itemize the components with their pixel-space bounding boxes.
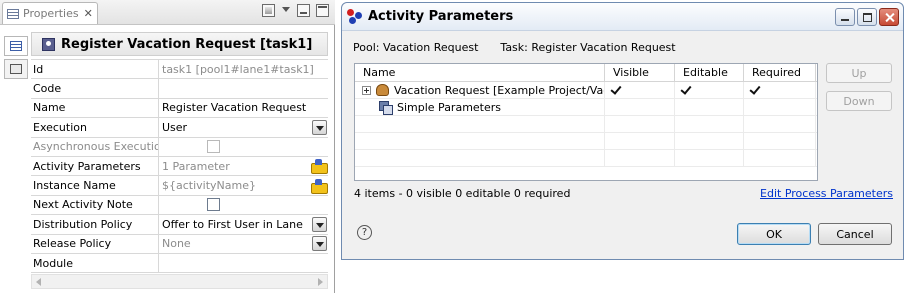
section-tab-general[interactable] bbox=[4, 36, 28, 56]
property-label: Name bbox=[31, 98, 159, 118]
task-icon bbox=[42, 37, 55, 51]
properties-header: Register Vacation Request [task1] bbox=[31, 32, 328, 56]
table-row bbox=[355, 116, 817, 133]
property-grid: Id task1 [pool1#lane1#task1] Code Name R… bbox=[31, 59, 328, 274]
parameter-name: Simple Parameters bbox=[397, 100, 502, 114]
app-icon bbox=[347, 8, 363, 25]
property-row: Module bbox=[31, 253, 328, 274]
distribution-policy-select[interactable]: Offer to First User in Lane bbox=[159, 215, 328, 233]
property-row: Code bbox=[31, 79, 328, 99]
expand-icon[interactable] bbox=[362, 85, 371, 95]
property-row: Execution User bbox=[31, 118, 328, 138]
dropdown-arrow-icon[interactable] bbox=[312, 236, 327, 252]
dropdown-arrow-icon[interactable] bbox=[312, 216, 327, 232]
cancel-button[interactable]: Cancel bbox=[818, 223, 892, 245]
property-row: Instance Name ${activityName} bbox=[31, 176, 328, 196]
property-label: Code bbox=[31, 79, 159, 98]
parameter-group-icon bbox=[379, 101, 393, 115]
minimize-window-button[interactable] bbox=[835, 8, 855, 26]
parameter-name: Vacation Request [Example Project/Vacati… bbox=[394, 83, 604, 97]
property-label: Distribution Policy bbox=[31, 215, 159, 234]
release-policy-select[interactable]: None bbox=[159, 235, 328, 253]
property-row: Distribution Policy Offer to First User … bbox=[31, 215, 328, 235]
column-header-name[interactable]: Name bbox=[355, 64, 605, 81]
table-row bbox=[355, 150, 817, 167]
status-summary: 4 items - 0 visible 0 editable 0 require… bbox=[354, 187, 571, 200]
properties-header-title: Register Vacation Request [task1] bbox=[61, 36, 313, 52]
scroll-right-icon[interactable] bbox=[318, 278, 323, 286]
scroll-left-icon[interactable] bbox=[36, 278, 41, 286]
pin-icon[interactable] bbox=[262, 4, 275, 17]
property-label: Asynchronous Execution bbox=[31, 137, 159, 156]
property-section-tabs bbox=[4, 36, 28, 82]
instance-name-value: ${activityName} bbox=[162, 179, 256, 193]
pool-label: Pool: Vacation Request bbox=[353, 41, 479, 54]
minimize-icon[interactable] bbox=[297, 4, 310, 17]
parameter-icon[interactable] bbox=[311, 178, 328, 194]
activity-parameters-dialog: Activity Parameters Pool: Vacation Reque… bbox=[341, 2, 904, 260]
business-object-icon bbox=[376, 84, 389, 96]
property-row: Asynchronous Execution bbox=[31, 137, 328, 157]
edit-process-parameters-link[interactable]: Edit Process Parameters bbox=[760, 187, 893, 200]
properties-tab-label: Properties bbox=[23, 7, 79, 20]
execution-select[interactable]: User bbox=[159, 118, 328, 136]
maximize-icon[interactable] bbox=[316, 4, 329, 17]
down-button[interactable]: Down bbox=[826, 91, 892, 111]
help-icon[interactable]: ? bbox=[357, 225, 372, 240]
view-tab-bar: Properties ✕ bbox=[0, 0, 335, 25]
property-row: Activity Parameters 1 Parameter bbox=[31, 156, 328, 177]
horizontal-scrollbar[interactable] bbox=[31, 274, 328, 289]
code-field[interactable] bbox=[159, 79, 328, 97]
name-field[interactable]: Register Vacation Request bbox=[159, 99, 328, 117]
window-controls bbox=[835, 8, 899, 26]
id-value: task1 [pool1#lane1#task1] bbox=[162, 62, 314, 76]
close-window-button[interactable] bbox=[879, 8, 899, 26]
module-field[interactable] bbox=[159, 254, 328, 272]
activity-parameters-value: 1 Parameter bbox=[162, 159, 230, 173]
dialog-title: Activity Parameters bbox=[368, 9, 514, 24]
properties-icon bbox=[10, 41, 22, 51]
checkmark-icon[interactable] bbox=[610, 84, 622, 96]
properties-icon bbox=[7, 8, 19, 19]
dialog-title-bar[interactable]: Activity Parameters bbox=[342, 3, 903, 31]
up-button[interactable]: Up bbox=[826, 63, 892, 83]
view-menu-icon[interactable] bbox=[281, 4, 291, 17]
property-row: Id task1 [pool1#lane1#task1] bbox=[31, 60, 328, 80]
property-row: Name Register Vacation Request bbox=[31, 98, 328, 119]
properties-view: Properties ✕ Register Vacation Request [… bbox=[0, 0, 335, 293]
property-row: Release Policy None bbox=[31, 234, 328, 254]
next-activity-note-checkbox[interactable] bbox=[206, 198, 220, 212]
advanced-icon bbox=[10, 64, 22, 74]
ok-button[interactable]: OK bbox=[737, 223, 811, 245]
property-label: Execution bbox=[31, 118, 159, 137]
properties-tab[interactable]: Properties ✕ bbox=[2, 2, 98, 24]
view-toolbar bbox=[262, 4, 329, 17]
parameter-icon[interactable] bbox=[311, 159, 328, 175]
context-info: Pool: Vacation Request Task: Register Va… bbox=[353, 41, 676, 54]
column-header-editable[interactable]: Editable bbox=[675, 64, 744, 81]
checkmark-icon[interactable] bbox=[680, 84, 692, 96]
property-row: Next Activity Note bbox=[31, 195, 328, 216]
table-row bbox=[355, 133, 817, 150]
column-header-required[interactable]: Required bbox=[744, 64, 816, 81]
property-label: Instance Name bbox=[31, 176, 159, 195]
property-label: Activity Parameters bbox=[31, 156, 159, 176]
parameters-table: Name Visible Editable Required Vacation … bbox=[354, 63, 818, 181]
column-header-visible[interactable]: Visible bbox=[605, 64, 675, 81]
property-label: Id bbox=[31, 60, 159, 79]
table-row[interactable]: Vacation Request [Example Project/Vacati… bbox=[355, 82, 817, 99]
property-label: Next Activity Note bbox=[31, 195, 159, 215]
property-label: Release Policy bbox=[31, 234, 159, 253]
asynchronous-execution-checkbox bbox=[206, 140, 220, 154]
section-tab-advanced[interactable] bbox=[4, 59, 28, 79]
task-label: Task: Register Vacation Request bbox=[500, 41, 676, 54]
maximize-window-button[interactable] bbox=[857, 8, 877, 26]
close-icon[interactable]: ✕ bbox=[84, 7, 93, 20]
checkmark-icon[interactable] bbox=[749, 84, 761, 96]
table-header: Name Visible Editable Required bbox=[355, 64, 817, 82]
property-label: Module bbox=[31, 253, 159, 273]
dropdown-arrow-icon[interactable] bbox=[312, 119, 327, 135]
table-row[interactable]: Simple Parameters bbox=[355, 99, 817, 116]
